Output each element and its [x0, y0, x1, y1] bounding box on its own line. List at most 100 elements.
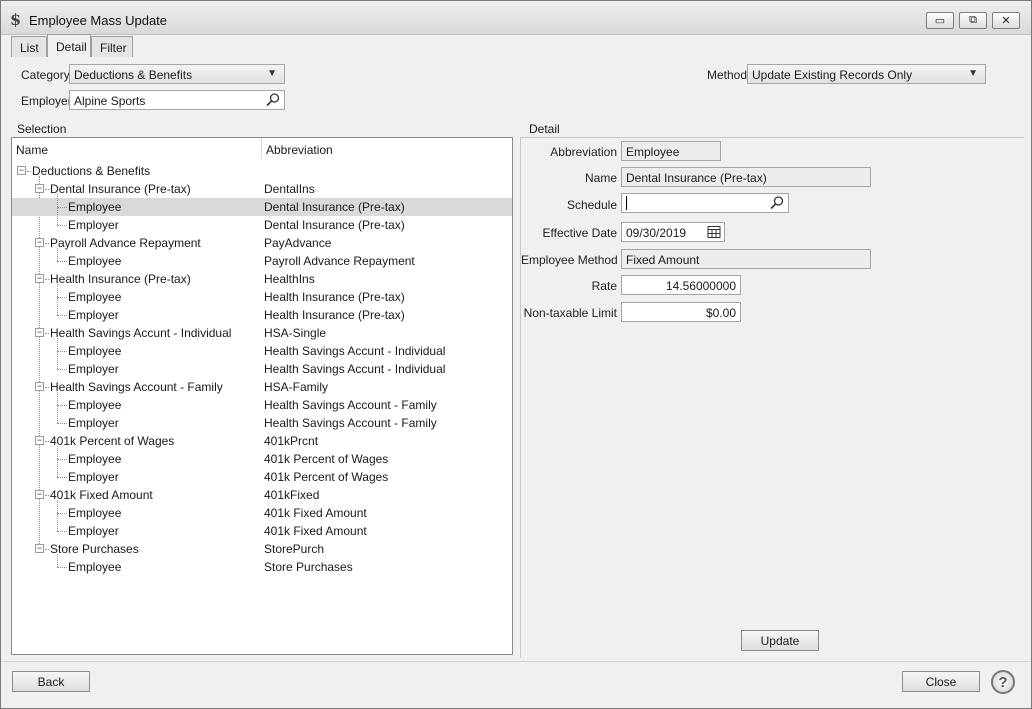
update-button[interactable]: Update	[741, 630, 819, 651]
collapse-icon[interactable]: −	[35, 544, 44, 553]
tree-row[interactable]: Employee 401k Fixed Amount	[12, 504, 512, 522]
tree-item-abbreviation: Dental Insurance (Pre-tax)	[264, 218, 405, 232]
tree-row[interactable]: − Health Savings Accunt - Individual HSA-S…	[12, 324, 512, 342]
selection-title: Selection	[17, 122, 67, 136]
tree-item-name: Employee	[68, 200, 122, 214]
tree-connector	[57, 392, 58, 423]
tree-connector	[57, 207, 67, 208]
tree-item-name: Employer	[68, 362, 119, 376]
tree-row[interactable]: Employee 401k Percent of Wages	[12, 450, 512, 468]
tree-row[interactable]: Employer 401k Fixed Amount	[12, 522, 512, 540]
tree-item-name: Dental Insurance (Pre-tax)	[50, 182, 191, 196]
tree-item-abbreviation: 401kPrcnt	[264, 434, 319, 448]
search-icon[interactable]	[769, 195, 785, 211]
tree-item-abbreviation: StorePurch	[264, 542, 325, 556]
name-label: Name	[584, 171, 617, 185]
schedule-search-input[interactable]	[621, 193, 789, 213]
column-header-name[interactable]: Name	[12, 138, 262, 159]
tree-item-abbreviation: 401k Fixed Amount	[264, 524, 367, 538]
tree-item-abbreviation: PayAdvance	[264, 236, 332, 250]
tree-row[interactable]: −401k Fixed Amount 401kFixed	[12, 486, 512, 504]
rate-label: Rate	[591, 279, 617, 293]
tree-connector	[45, 549, 49, 550]
window-title: Employee Mass Update	[29, 13, 168, 28]
tree-connector	[57, 261, 67, 262]
restore-button[interactable]: ⧉	[959, 12, 987, 29]
tree-item-name: Employee	[68, 506, 122, 520]
tree-connector	[57, 351, 67, 352]
tree-connector	[57, 513, 67, 514]
tree-item-name: Health Savings Accunt - Individual	[50, 326, 232, 340]
tab-filter[interactable]: Filter	[91, 36, 133, 57]
tree-row[interactable]: Employer Dental Insurance (Pre-tax)	[12, 216, 512, 234]
tree-row[interactable]: Employee Payroll Advance Repayment	[12, 252, 512, 270]
collapse-icon[interactable]: −	[35, 184, 44, 193]
tab-detail[interactable]: Detail	[47, 34, 91, 57]
tree-item-abbreviation: 401k Fixed Amount	[264, 506, 367, 520]
search-icon[interactable]	[265, 92, 281, 108]
tree-row[interactable]: Employee Health Savings Accunt - Individu…	[12, 342, 512, 360]
collapse-icon[interactable]: −	[35, 238, 44, 247]
collapse-icon[interactable]: −	[35, 382, 44, 391]
collapse-icon[interactable]: −	[35, 436, 44, 445]
tree-row[interactable]: Employer Health Insurance (Pre-tax)	[12, 306, 512, 324]
method-select[interactable]: Update Existing Records Only ▼	[747, 64, 986, 84]
tree-row[interactable]: Employee Dental Insurance (Pre-tax)	[12, 198, 512, 216]
tree-row[interactable]: Employee Health Savings Account - Family	[12, 396, 512, 414]
tree-item-name: Employer	[68, 416, 119, 430]
tree-item-name: Employee	[68, 344, 122, 358]
tree-row[interactable]: Employee Health Insurance (Pre-tax)	[12, 288, 512, 306]
abbreviation-label: Abbreviation	[550, 145, 617, 159]
tree-row[interactable]: − Health Insurance (Pre-tax) HealthIns	[12, 270, 512, 288]
category-select[interactable]: Deductions & Benefits ▼	[69, 64, 285, 84]
calendar-icon[interactable]	[707, 225, 721, 239]
tree-row[interactable]: − Payroll Advance Repayment PayAdvance	[12, 234, 512, 252]
tree-row[interactable]: Employer Health Savings Account - Family	[12, 414, 512, 432]
tree-connector	[57, 248, 58, 261]
nontaxable-limit-input[interactable]: $0.00	[621, 302, 741, 322]
collapse-icon[interactable]: −	[17, 166, 26, 175]
tree-item-abbreviation: Dental Insurance (Pre-tax)	[264, 200, 405, 214]
nontaxable-limit-label: Non-taxable Limit	[523, 306, 617, 320]
collapse-icon[interactable]: −	[35, 274, 44, 283]
tree-row[interactable]: − Deductions & Benefits	[12, 162, 512, 180]
tree-item-name: Health Insurance (Pre-tax)	[50, 272, 191, 286]
minimize-button[interactable]: ▭	[926, 12, 954, 29]
employer-search-input[interactable]: Alpine Sports	[69, 90, 285, 110]
tree-row[interactable]: Employee Store Purchases	[12, 558, 512, 576]
collapse-icon[interactable]: −	[35, 490, 44, 499]
employee-mass-update-window: $ Employee Mass Update ▭ ⧉ ✕ List Detail…	[0, 0, 1032, 709]
selection-tree[interactable]: Name Abbreviation − Deductions & Benefits…	[11, 137, 513, 655]
tree-item-abbreviation: Health Savings Accunt - Individual	[264, 344, 446, 358]
name-field: Dental Insurance (Pre-tax)	[621, 167, 871, 187]
tree-row[interactable]: − Dental Insurance (Pre-tax) DentalIns	[12, 180, 512, 198]
collapse-icon[interactable]: −	[35, 328, 44, 337]
tree-row[interactable]: − Store Purchases StorePurch	[12, 540, 512, 558]
tree-connector	[57, 459, 67, 460]
effective-date-input[interactable]: 09/30/2019	[621, 222, 725, 242]
chevron-down-icon: ▼	[267, 68, 277, 79]
tree-connector	[57, 477, 67, 478]
detail-panel	[520, 137, 1024, 658]
close-button[interactable]: Close	[902, 671, 980, 692]
tree-row[interactable]: Employer 401k Percent of Wages	[12, 468, 512, 486]
tab-list[interactable]: List	[11, 36, 47, 57]
tree-item-abbreviation: Health Savings Account - Family	[264, 416, 437, 430]
effective-date-value: 09/30/2019	[626, 226, 687, 240]
tree-row[interactable]: − Health Savings Account - Family HSA-Fami…	[12, 378, 512, 396]
tree-connector	[57, 225, 67, 226]
rate-input[interactable]: 14.56000000	[621, 275, 741, 295]
tree-row[interactable]: −401k Percent of Wages 401kPrcnt	[12, 432, 512, 450]
tree-connector	[57, 423, 67, 424]
tree-connector	[57, 500, 58, 531]
column-header-abbreviation[interactable]: Abbreviation	[262, 138, 512, 159]
tree-connector	[45, 441, 49, 442]
minimize-icon: ▭	[934, 15, 946, 27]
tree-item-abbreviation: 401k Percent of Wages	[264, 470, 389, 484]
help-icon[interactable]: ?	[991, 670, 1015, 694]
close-window-button[interactable]: ✕	[992, 12, 1020, 29]
tree-connector	[45, 387, 49, 388]
tree-connector	[57, 446, 58, 477]
back-button[interactable]: Back	[12, 671, 90, 692]
tree-row[interactable]: Employer Health Savings Accunt - Individu…	[12, 360, 512, 378]
